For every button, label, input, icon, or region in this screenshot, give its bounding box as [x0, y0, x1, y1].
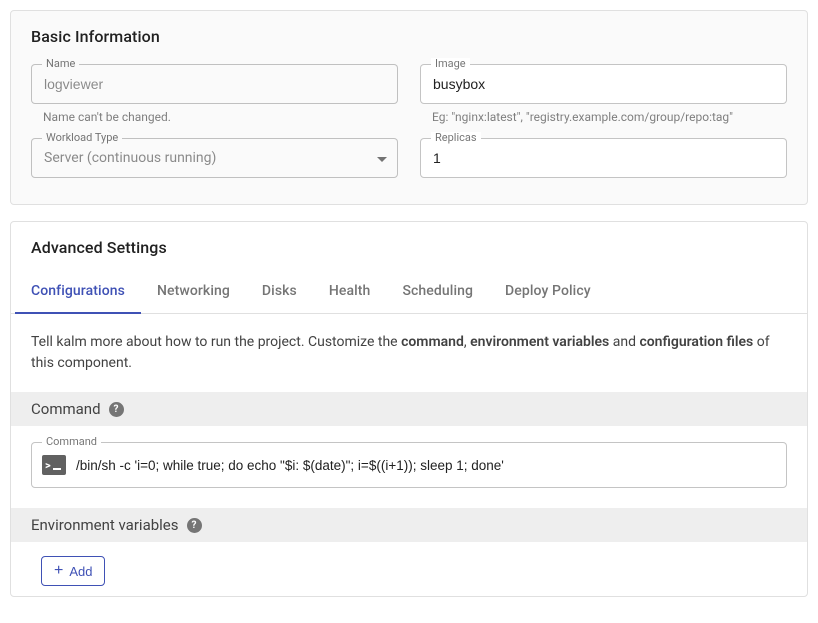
name-field: Name	[31, 64, 398, 104]
command-label: Command	[42, 436, 101, 447]
image-input[interactable]	[421, 65, 786, 103]
advanced-settings-title: Advanced Settings	[11, 222, 807, 257]
help-icon[interactable]: ?	[187, 518, 202, 533]
workload-type-field[interactable]: Workload Type Server (continuous running…	[31, 138, 398, 178]
help-icon[interactable]: ?	[109, 402, 124, 417]
env-section-title: Environment variables	[31, 516, 179, 534]
tab-disks[interactable]: Disks	[246, 269, 313, 313]
terminal-icon	[42, 455, 66, 475]
tab-configurations[interactable]: Configurations	[15, 269, 141, 313]
replicas-input[interactable]	[421, 139, 786, 177]
add-env-label: Add	[69, 564, 92, 579]
basic-info-card: Basic Information Name Name can't be cha…	[10, 10, 808, 205]
command-section-header: Command ?	[11, 392, 807, 426]
tab-health[interactable]: Health	[313, 269, 387, 313]
workload-type-label: Workload Type	[42, 132, 122, 143]
configurations-description: Tell kalm more about how to run the proj…	[31, 332, 787, 374]
plus-icon: +	[54, 563, 63, 579]
advanced-tabs: Configurations Networking Disks Health S…	[11, 269, 807, 314]
command-field[interactable]: Command	[31, 442, 787, 488]
name-helper: Name can't be changed.	[43, 110, 398, 124]
workload-type-value: Server (continuous running)	[32, 139, 397, 177]
basic-info-title: Basic Information	[31, 27, 787, 46]
command-input[interactable]	[74, 457, 786, 474]
replicas-field[interactable]: Replicas	[420, 138, 787, 178]
image-field[interactable]: Image	[420, 64, 787, 104]
name-input	[32, 65, 397, 103]
add-env-button[interactable]: + Add	[41, 556, 105, 586]
tab-content-configurations: Tell kalm more about how to run the proj…	[11, 314, 807, 596]
replicas-label: Replicas	[431, 132, 481, 143]
command-section-title: Command	[31, 400, 101, 418]
env-section-header: Environment variables ?	[11, 508, 807, 542]
tab-scheduling[interactable]: Scheduling	[386, 269, 489, 313]
advanced-settings-card: Advanced Settings Configurations Network…	[10, 221, 808, 597]
image-label: Image	[431, 58, 470, 69]
tab-deploy-policy[interactable]: Deploy Policy	[489, 269, 607, 313]
name-label: Name	[42, 58, 79, 69]
tab-networking[interactable]: Networking	[141, 269, 246, 313]
image-helper: Eg: "nginx:latest", "registry.example.co…	[432, 110, 787, 124]
